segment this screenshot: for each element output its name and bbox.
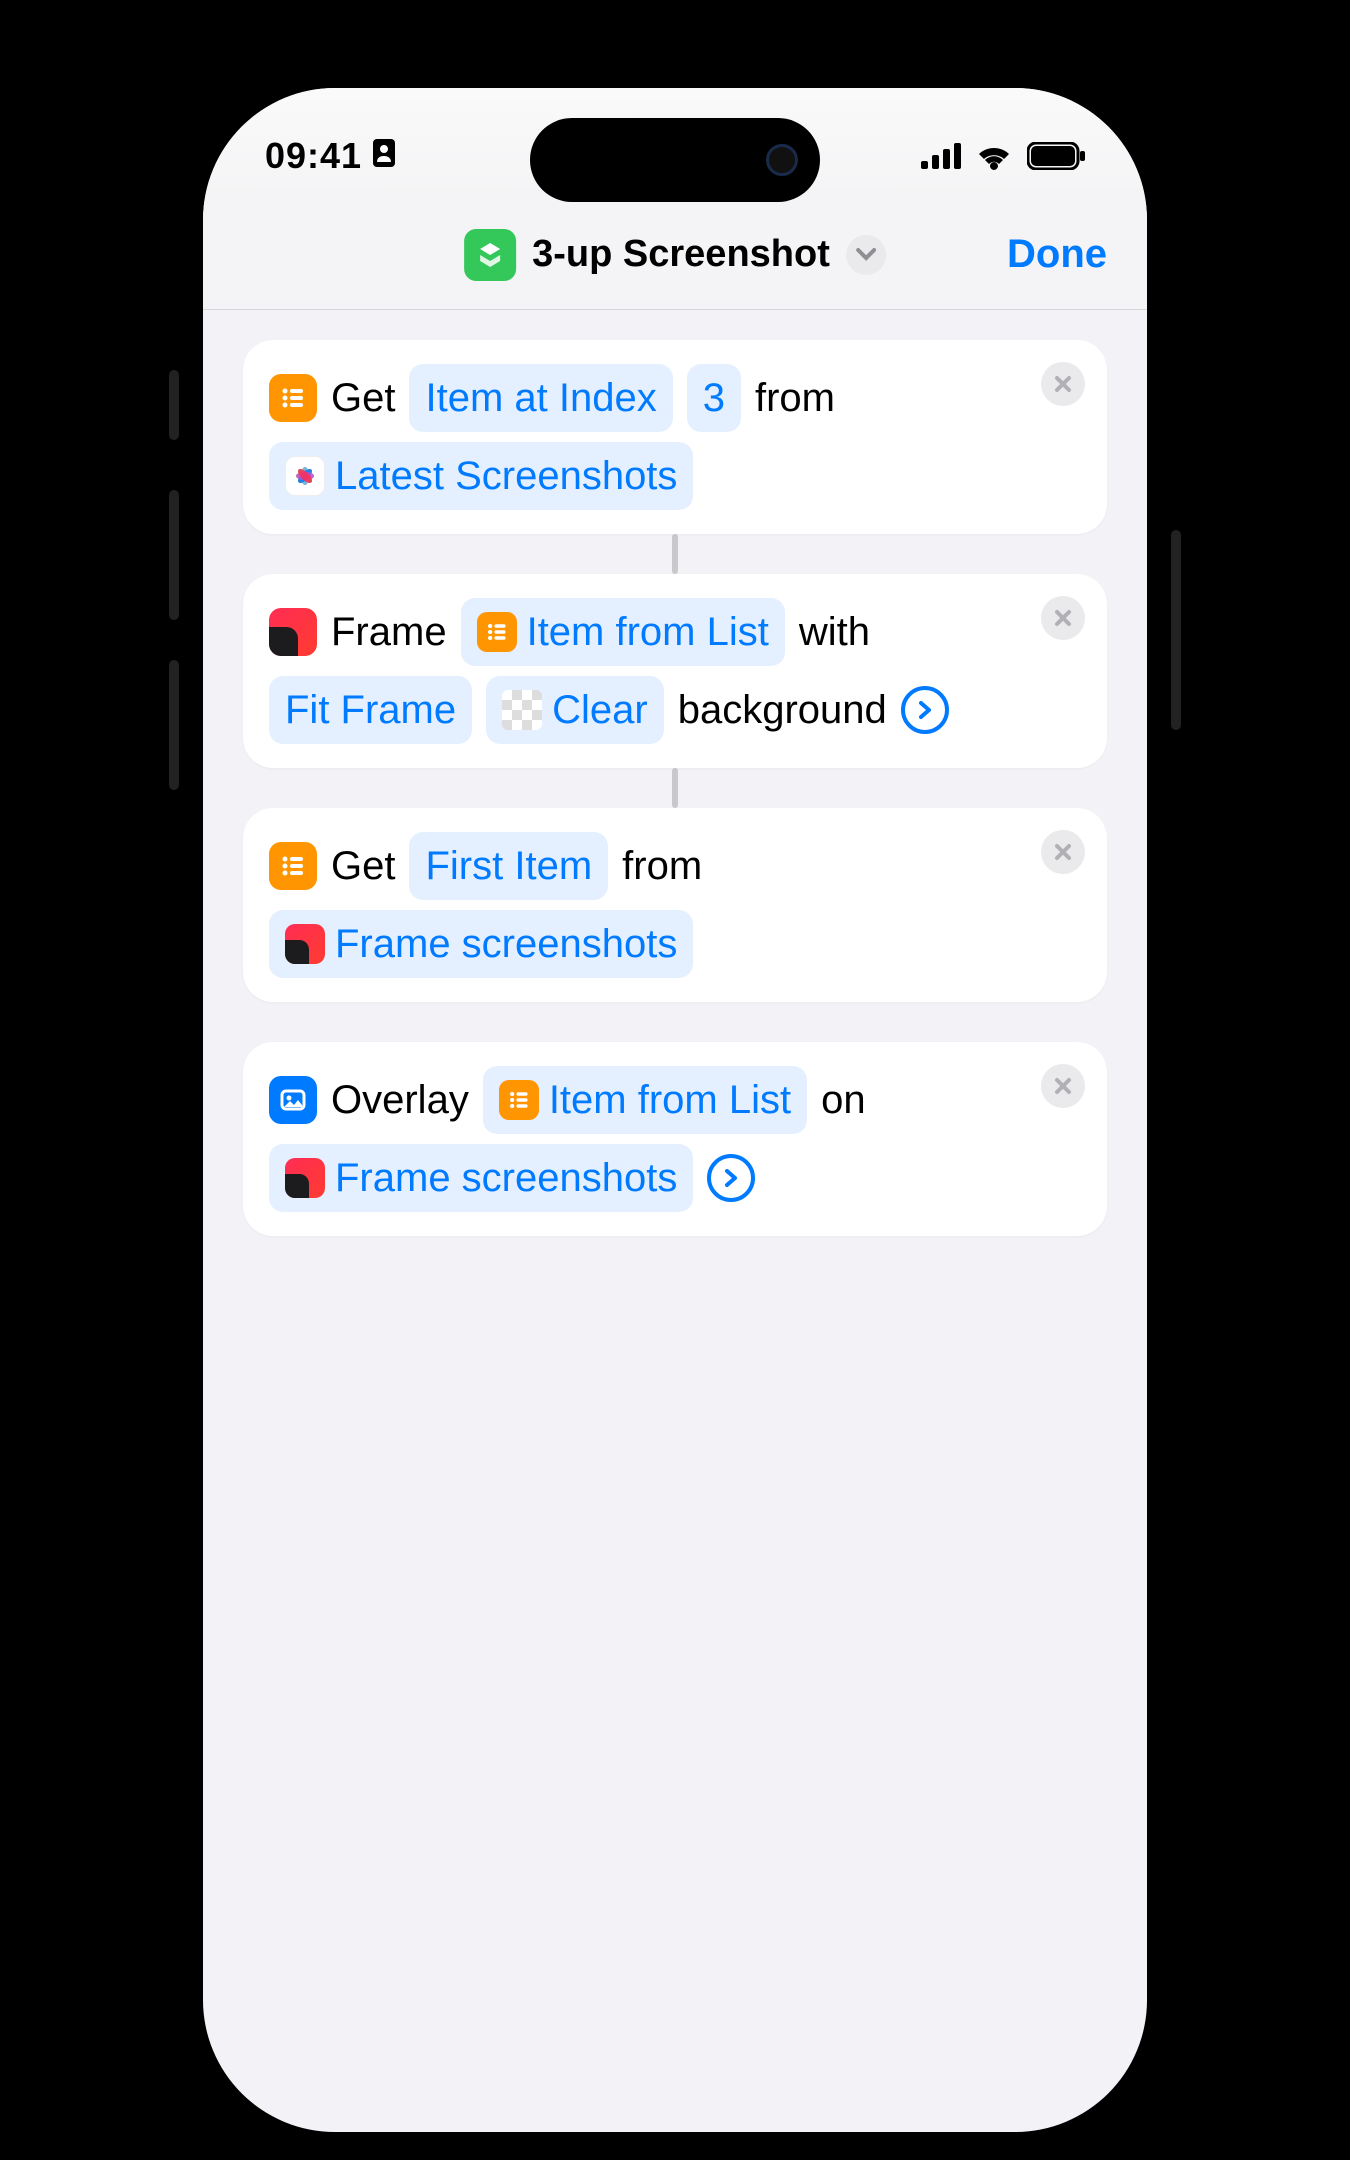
word-background: background (678, 678, 887, 742)
action-card[interactable]: Frame Item from List with Fit Frame Clea… (243, 574, 1107, 768)
word-from: from (622, 834, 702, 898)
cellular-icon (921, 143, 961, 169)
variable-token[interactable]: Frame screenshots (269, 910, 693, 978)
list-item-icon (477, 612, 517, 652)
action-card[interactable]: Get Item at Index 3 from (243, 340, 1107, 534)
remove-action-button[interactable] (1041, 362, 1085, 406)
frame-app-icon (285, 924, 325, 964)
contact-card-icon (372, 135, 396, 177)
frame-app-icon (269, 608, 317, 656)
variable-token[interactable]: Frame screenshots (269, 1144, 693, 1212)
variable-token[interactable]: Item from List (483, 1066, 807, 1134)
shortcut-title: 3-up Screenshot (532, 233, 830, 276)
frame-app-icon (285, 1158, 325, 1198)
mode-token[interactable]: Item at Index (409, 364, 672, 432)
action-card[interactable]: Get First Item from Frame screenshots (243, 808, 1107, 1002)
list-item-icon (499, 1080, 539, 1120)
shortcut-icon (464, 229, 516, 281)
action-verb: Frame (331, 600, 447, 664)
done-button[interactable]: Done (1007, 232, 1107, 277)
fit-token[interactable]: Fit Frame (269, 676, 472, 744)
photos-icon (285, 456, 325, 496)
word-with: with (799, 600, 870, 664)
transparent-swatch-icon (502, 690, 542, 730)
action-verb: Get (331, 366, 395, 430)
action-card[interactable]: Overlay Item from List on Frame screensh… (243, 1042, 1107, 1236)
word-from: from (755, 366, 835, 430)
remove-action-button[interactable] (1041, 1064, 1085, 1108)
actions-list: Get Item at Index 3 from (203, 310, 1147, 1266)
image-action-icon (269, 1076, 317, 1124)
screen: 09:41 (203, 88, 1147, 2132)
battery-icon (1027, 142, 1085, 170)
disclosure-button[interactable] (707, 1154, 755, 1202)
remove-action-button[interactable] (1041, 830, 1085, 874)
word-on: on (821, 1068, 866, 1132)
side-button (1171, 530, 1181, 730)
connector (672, 768, 678, 808)
list-action-icon (269, 842, 317, 890)
dynamic-island (530, 118, 820, 202)
wifi-icon (975, 142, 1013, 170)
remove-action-button[interactable] (1041, 596, 1085, 640)
phone-frame: 09:41 (175, 60, 1175, 2160)
header-title-group[interactable]: 3-up Screenshot (464, 229, 886, 281)
action-verb: Get (331, 834, 395, 898)
mode-token[interactable]: First Item (409, 832, 608, 900)
header: 3-up Screenshot Done (203, 200, 1147, 310)
chevron-down-icon[interactable] (846, 235, 886, 275)
variable-token[interactable]: Item from List (461, 598, 785, 666)
index-token[interactable]: 3 (687, 364, 741, 432)
action-verb: Overlay (331, 1068, 469, 1132)
variable-token[interactable]: Latest Screenshots (269, 442, 693, 510)
side-button (169, 490, 179, 620)
side-button (169, 660, 179, 790)
color-token[interactable]: Clear (486, 676, 664, 744)
disclosure-button[interactable] (901, 686, 949, 734)
camera-dot (766, 144, 798, 176)
connector (672, 534, 678, 574)
list-action-icon (269, 374, 317, 422)
status-time: 09:41 (265, 135, 362, 177)
side-button (169, 370, 179, 440)
